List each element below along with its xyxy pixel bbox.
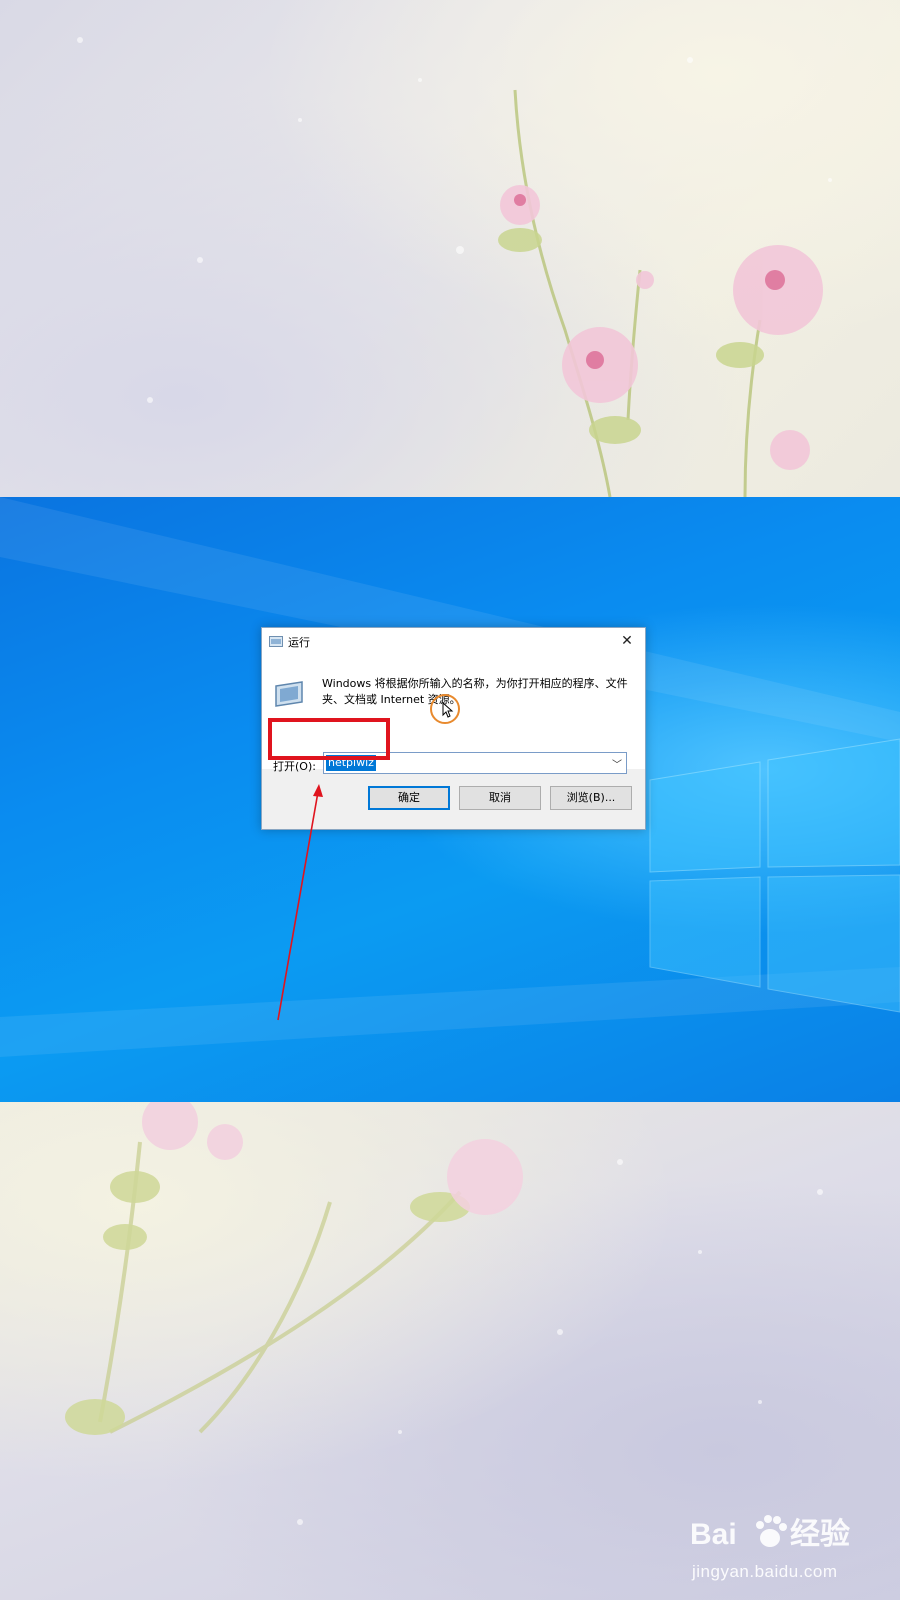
close-button[interactable]: ✕ — [615, 630, 639, 652]
windows-logo-icon — [649, 738, 900, 1013]
mouse-cursor-icon — [442, 702, 454, 718]
watermark-url: jingyan.baidu.com — [692, 1562, 838, 1581]
floral-wallpaper-top — [0, 0, 900, 497]
baidu-jingyan-watermark: Bai 经验 jingyan.baidu.com — [690, 1508, 890, 1588]
cancel-button[interactable]: 取消 — [459, 786, 541, 810]
baidu-paw-icon: Bai 经验 — [690, 1515, 850, 1551]
pointer-arrow — [277, 784, 323, 1021]
tutorial-screenshot: 运行 ✕ Windows 将根据你所输入的名称，为你打开相应的程序、文件夹、文档… — [0, 0, 900, 1600]
run-app-icon — [275, 681, 303, 707]
dialog-titlebar[interactable]: 运行 ✕ — [262, 628, 645, 656]
browse-button[interactable]: 浏览(B)... — [550, 786, 632, 810]
svg-text:经验: 经验 — [790, 1517, 850, 1551]
open-label: 打开(O): — [273, 760, 316, 773]
chevron-down-icon[interactable]: ﹀ — [612, 756, 622, 771]
ok-button[interactable]: 确定 — [368, 786, 450, 810]
dialog-title: 运行 — [288, 636, 310, 649]
dialog-description: Windows 将根据你所输入的名称，为你打开相应的程序、文件夹、文档或 Int… — [322, 677, 628, 706]
highlight-box — [268, 718, 390, 760]
run-app-icon — [269, 636, 283, 647]
svg-text:Bai: Bai — [690, 1518, 737, 1551]
flower-illustration-top — [77, 37, 832, 497]
close-icon: ✕ — [621, 633, 633, 649]
